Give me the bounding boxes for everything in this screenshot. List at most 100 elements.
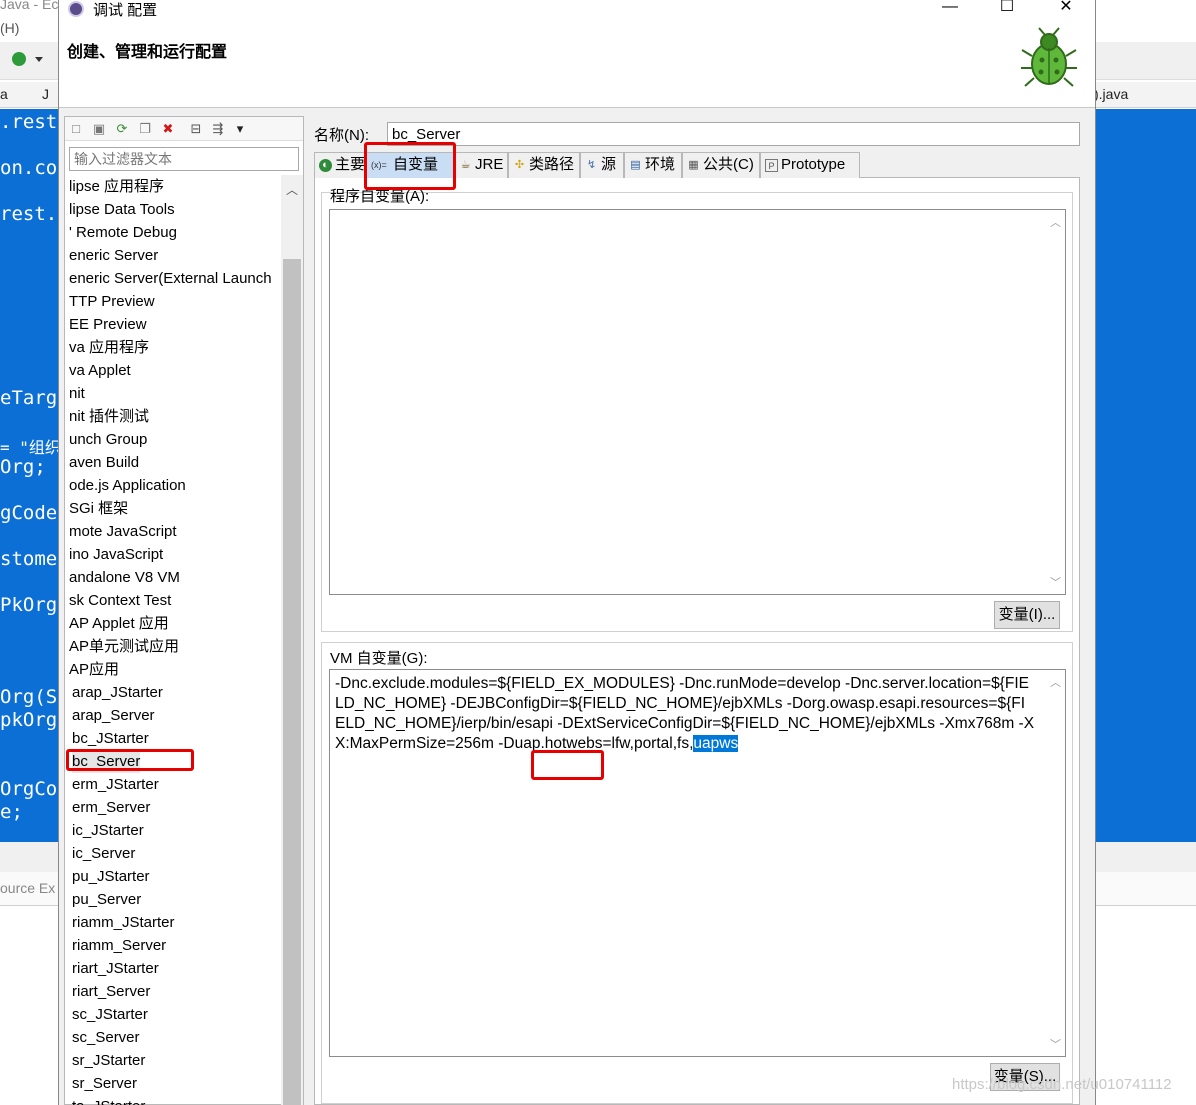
- tree-item[interactable]: lipse 应用程序: [69, 175, 164, 198]
- tree-item[interactable]: sr_Server: [72, 1072, 137, 1095]
- tree-item[interactable]: riamm_JStarter: [72, 911, 175, 934]
- arguments-tab-panel: 程序自变量(A): ︿ ﹀ 变量(I)... VM 自变量(G): -Dnc.e…: [314, 178, 1080, 1105]
- tree-item[interactable]: lipse Data Tools: [69, 198, 175, 221]
- export-icon[interactable]: ⟳: [115, 122, 129, 136]
- banner-title: 创建、管理和运行配置: [67, 44, 228, 61]
- tree-item[interactable]: AP应用: [69, 658, 119, 681]
- tree-item[interactable]: AP单元测试应用: [69, 635, 179, 658]
- dialog-title: 调试 配置: [93, 2, 158, 19]
- tree-item[interactable]: nit: [69, 382, 85, 405]
- name-label: 名称(N):: [314, 127, 369, 144]
- new-prototype-icon[interactable]: ▣: [92, 122, 106, 136]
- tree-item[interactable]: bc_JStarter: [72, 727, 149, 750]
- code-line: e;: [0, 801, 23, 823]
- dialog-banner: 创建、管理和运行配置: [59, 18, 1095, 108]
- vm-arguments-textarea[interactable]: -Dnc.exclude.modules=${FIELD_EX_MODULES}…: [329, 669, 1066, 1057]
- dialog-titlebar: 调试 配置 — ☐ ✕: [59, 0, 1095, 19]
- collapse-all-icon[interactable]: ⊟: [189, 122, 203, 136]
- tree-item[interactable]: eneric Server(External Launch: [69, 267, 272, 290]
- minimize-button[interactable]: —: [935, 0, 965, 18]
- background-editor-tab[interactable]: a: [0, 86, 8, 102]
- tree-item[interactable]: EE Preview: [69, 313, 147, 336]
- run-icon[interactable]: [12, 52, 26, 66]
- configuration-list-pane: □ ▣ ⟳ ❐ ✖ ⊟ ⇶ ▾ lipse 应用程序 lipse Data To…: [64, 116, 304, 1105]
- new-config-icon[interactable]: □: [69, 122, 83, 136]
- scroll-down-icon[interactable]: ﹀: [1050, 1036, 1061, 1052]
- tree-item[interactable]: AP Applet 应用: [69, 612, 169, 635]
- tree-item[interactable]: erm_JStarter: [72, 773, 159, 796]
- scroll-up-icon[interactable]: ︿: [1050, 214, 1061, 230]
- tree-item[interactable]: pu_Server: [72, 888, 141, 911]
- background-bottom-tab[interactable]: ource Ex: [0, 880, 55, 896]
- tree-item[interactable]: eneric Server: [69, 244, 158, 267]
- tree-item[interactable]: sc_Server: [72, 1026, 140, 1049]
- tab-classpath[interactable]: ✣ 类路径: [508, 152, 580, 178]
- scroll-up-icon[interactable]: ︿: [1050, 674, 1061, 690]
- filter-icon[interactable]: ⇶: [211, 122, 225, 136]
- scroll-up-icon[interactable]: ︿: [286, 181, 298, 198]
- tab-prototype[interactable]: P Prototype: [760, 152, 860, 178]
- debug-configurations-dialog: 调试 配置 — ☐ ✕ 创建、管理和运行配置 □ ▣ ⟳ ❐ ✖ ⊟ ⇶ ▾ 输…: [58, 0, 1096, 1105]
- vm-arguments-text: -Dnc.exclude.modules=${FIELD_EX_MODULES}…: [335, 674, 1035, 754]
- tree-item[interactable]: sk Context Test: [69, 589, 171, 612]
- tree-scrollbar[interactable]: ︿: [281, 175, 303, 1105]
- tree-item[interactable]: va 应用程序: [69, 336, 149, 359]
- tree-item[interactable]: andalone V8 VM: [69, 566, 180, 589]
- tab-common[interactable]: ▦ 公共(C): [682, 152, 760, 178]
- tree-item[interactable]: ode.js Application: [69, 474, 186, 497]
- tree-item[interactable]: ta_JStarter: [72, 1095, 145, 1105]
- tree-item[interactable]: sr_JStarter: [72, 1049, 145, 1072]
- tab-source[interactable]: ↯ 源: [580, 152, 624, 178]
- program-arguments-scrollbar[interactable]: ︿ ﹀: [1045, 210, 1065, 594]
- tree-item[interactable]: pu_JStarter: [72, 865, 150, 888]
- tree-item[interactable]: ' Remote Debug: [69, 221, 177, 244]
- scroll-down-icon[interactable]: ﹀: [1050, 574, 1061, 590]
- vm-arguments-scrollbar[interactable]: ︿ ﹀: [1045, 670, 1065, 1056]
- maximize-button[interactable]: ☐: [992, 0, 1022, 18]
- tree-item[interactable]: TTP Preview: [69, 290, 155, 313]
- tree-scrollbar-thumb[interactable]: [283, 259, 301, 1105]
- tree-item[interactable]: unch Group: [69, 428, 147, 451]
- program-variables-button[interactable]: 变量(I)...: [994, 601, 1060, 629]
- vm-arguments-group: VM 自变量(G): -Dnc.exclude.modules=${FIELD_…: [321, 642, 1073, 1104]
- tree-item[interactable]: arap_Server: [72, 704, 155, 727]
- filter-input[interactable]: [69, 147, 299, 171]
- vm-arguments-label: VM 自变量(G):: [330, 650, 428, 667]
- tree-item[interactable]: nit 插件测试: [69, 405, 149, 428]
- source-tab-icon: ↯: [586, 159, 597, 171]
- tree-item[interactable]: riart_JStarter: [72, 957, 159, 980]
- tab-label: 环境: [645, 156, 676, 173]
- tree-item[interactable]: aven Build: [69, 451, 139, 474]
- duplicate-icon[interactable]: ❐: [138, 122, 152, 136]
- chevron-down-icon[interactable]: ▾: [233, 122, 247, 136]
- tree-item[interactable]: erm_Server: [72, 796, 150, 819]
- tree-item[interactable]: riart_Server: [72, 980, 150, 1003]
- vm-arguments-value: -Dnc.exclude.modules=${FIELD_EX_MODULES}…: [335, 675, 1035, 752]
- background-editor-tab[interactable]: ).java: [1094, 86, 1128, 102]
- classpath-tab-icon: ✣: [514, 159, 525, 171]
- tab-environment[interactable]: ▤ 环境: [624, 152, 682, 178]
- tree-item[interactable]: va Applet: [69, 359, 131, 382]
- tree-item[interactable]: riamm_Server: [72, 934, 166, 957]
- program-arguments-textarea[interactable]: ︿ ﹀: [329, 209, 1066, 595]
- tab-jre[interactable]: ☕ JRE: [454, 152, 508, 178]
- tree-item[interactable]: arap_JStarter: [72, 681, 163, 704]
- tree-item[interactable]: ic_Server: [72, 842, 135, 865]
- background-editor-tab[interactable]: J: [42, 86, 49, 102]
- tree-item[interactable]: SGi 框架: [69, 497, 128, 520]
- tree-item[interactable]: mote JavaScript: [69, 520, 177, 543]
- tree-item[interactable]: ino JavaScript: [69, 543, 163, 566]
- eclipse-icon: [68, 1, 84, 17]
- tree-item[interactable]: ic_JStarter: [72, 819, 144, 842]
- close-button[interactable]: ✕: [1051, 0, 1081, 18]
- watermark: https://blog.csdn.net/u010741112: [952, 1076, 1172, 1093]
- delete-icon[interactable]: ✖: [161, 122, 175, 136]
- background-menu-help[interactable]: (H): [0, 20, 19, 36]
- tab-label: 类路径: [529, 156, 575, 173]
- highlight-uapws-text: [531, 750, 604, 780]
- tab-main[interactable]: ◐ 主要: [314, 152, 366, 178]
- tree-item[interactable]: sc_JStarter: [72, 1003, 148, 1026]
- chevron-down-icon[interactable]: [35, 57, 43, 62]
- tab-label: JRE: [475, 156, 504, 173]
- name-input[interactable]: [387, 122, 1080, 146]
